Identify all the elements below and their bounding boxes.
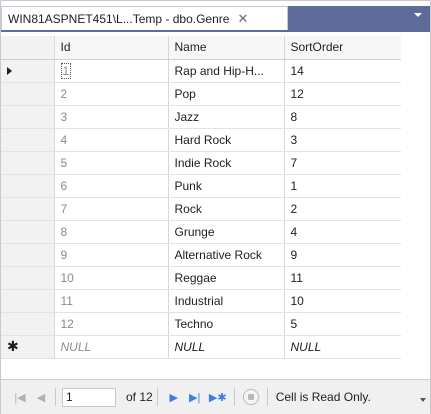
cell-sortorder[interactable]: 7 [284, 151, 402, 175]
cell-id[interactable]: 6 [54, 174, 169, 198]
row-selector[interactable] [1, 151, 55, 175]
cell-sortorder[interactable]: 11 [284, 266, 402, 290]
cell-name[interactable]: Jazz [168, 105, 285, 129]
cell-name[interactable]: Hard Rock [168, 128, 285, 152]
record-count-label: of 12 [126, 390, 153, 404]
last-record-icon[interactable]: ▶| [184, 386, 206, 408]
separator [156, 388, 158, 406]
cell-name[interactable]: Reggae [168, 266, 285, 290]
new-row[interactable]: ✱ NULL NULL NULL [1, 335, 402, 359]
cell-sortorder[interactable]: NULL [284, 335, 402, 359]
cell-name[interactable]: Rap and Hip-H... [168, 59, 285, 83]
cell-name[interactable]: Grunge [168, 220, 285, 244]
current-record-input[interactable]: 1 [62, 387, 116, 407]
record-navigation-bar: |◀ ◀ 1 of 12 ▶ ▶| ▶✱ Cell is Read Only. [1, 379, 430, 414]
new-record-icon[interactable]: ▶✱ [206, 386, 230, 408]
cell-sortorder[interactable]: 1 [284, 174, 402, 198]
row-selector[interactable] [1, 266, 55, 290]
separator [233, 388, 235, 406]
grid-empty-area [401, 36, 430, 379]
column-header-id[interactable]: Id [54, 36, 169, 60]
row-selector[interactable]: ✱ [1, 335, 55, 359]
cell-name[interactable]: NULL [168, 335, 285, 359]
cell-sortorder[interactable]: 4 [284, 220, 402, 244]
cell-sortorder[interactable]: 12 [284, 82, 402, 106]
row-selector[interactable] [1, 289, 55, 313]
cell-id[interactable]: 10 [54, 266, 169, 290]
table-row[interactable]: 1 Rap and Hip-H... 14 [1, 59, 402, 83]
table-row[interactable]: 11 Industrial 10 [1, 289, 402, 313]
row-selector[interactable] [1, 82, 55, 106]
tab-strip: WIN81ASPNET451\L...Temp - dbo.Genre ✕ [1, 1, 430, 32]
grid-body: 1 Rap and Hip-H... 14 2 Pop 12 3 Jazz 8 4 Hard Roc… [1, 59, 402, 359]
cell-name[interactable]: Pop [168, 82, 285, 106]
table-row[interactable]: 10 Reggae 11 [1, 266, 402, 290]
cell-id[interactable]: 7 [54, 197, 169, 221]
close-icon[interactable]: ✕ [237, 12, 248, 25]
new-row-asterisk-icon: ✱ [7, 338, 19, 354]
row-selector[interactable] [1, 128, 55, 152]
row-selector[interactable] [1, 197, 55, 221]
row-selector[interactable] [1, 105, 55, 129]
cell-id[interactable]: 9 [54, 243, 169, 267]
column-header-name[interactable]: Name [168, 36, 285, 60]
tab-title: WIN81ASPNET451\L...Temp - dbo.Genre [8, 11, 230, 26]
focused-cell-value: 1 [60, 62, 72, 79]
table-row[interactable]: 2 Pop 12 [1, 82, 402, 106]
cell-name[interactable]: Indie Rock [168, 151, 285, 175]
tab-strip-fill [288, 6, 430, 30]
table-data-window: WIN81ASPNET451\L...Temp - dbo.Genre ✕ Id… [0, 0, 431, 414]
cell-id[interactable]: 8 [54, 220, 169, 244]
overflow-chevron-icon[interactable] [420, 398, 426, 402]
tab-underline [1, 30, 430, 32]
cell-sortorder[interactable]: 2 [284, 197, 402, 221]
current-row-arrow-icon [7, 66, 12, 75]
table-row[interactable]: 8 Grunge 4 [1, 220, 402, 244]
cell-name[interactable]: Punk [168, 174, 285, 198]
cell-id[interactable]: NULL [54, 335, 169, 359]
stop-icon[interactable] [242, 389, 259, 405]
select-all-corner[interactable] [1, 36, 55, 60]
cell-id[interactable]: 2 [54, 82, 169, 106]
cell-sortorder[interactable]: 10 [284, 289, 402, 313]
first-record-icon[interactable]: |◀ [9, 386, 31, 408]
separator [55, 388, 56, 406]
cell-name[interactable]: Rock [168, 197, 285, 221]
table-row[interactable]: 4 Hard Rock 3 [1, 128, 402, 152]
table-row[interactable]: 5 Indie Rock 7 [1, 151, 402, 175]
document-tab[interactable]: WIN81ASPNET451\L...Temp - dbo.Genre ✕ [1, 6, 288, 30]
table-row[interactable]: 3 Jazz 8 [1, 105, 402, 129]
cell-sortorder[interactable]: 14 [284, 59, 402, 83]
cell-id[interactable]: 11 [54, 289, 169, 313]
cell-id[interactable]: 3 [54, 105, 169, 129]
header-row: Id Name SortOrder [1, 36, 402, 60]
column-header-sortorder[interactable]: SortOrder [284, 36, 402, 60]
cell-sortorder[interactable]: 9 [284, 243, 402, 267]
cell-id[interactable]: 4 [54, 128, 169, 152]
table-row[interactable]: 9 Alternative Rock 9 [1, 243, 402, 267]
row-selector[interactable] [1, 220, 55, 244]
cell-name[interactable]: Alternative Rock [168, 243, 285, 267]
results-grid: Id Name SortOrder 1 Rap and Hip-H... 14 2 Po… [1, 36, 402, 359]
row-selector[interactable] [1, 174, 55, 198]
cell-id[interactable]: 5 [54, 151, 169, 175]
cell-sortorder[interactable]: 3 [284, 128, 402, 152]
separator [266, 388, 268, 406]
cell-name[interactable]: Industrial [168, 289, 285, 313]
cell-sortorder[interactable]: 5 [284, 312, 402, 336]
chevron-down-icon[interactable] [414, 13, 422, 17]
previous-record-icon[interactable]: ◀ [31, 386, 51, 408]
cell-id[interactable]: 12 [54, 312, 169, 336]
row-selector[interactable] [1, 59, 55, 83]
row-selector[interactable] [1, 312, 55, 336]
cell-id[interactable]: 1 [54, 59, 169, 83]
cell-sortorder[interactable]: 8 [284, 105, 402, 129]
cell-status-text: Cell is Read Only. [275, 390, 371, 404]
table-row[interactable]: 12 Techno 5 [1, 312, 402, 336]
next-record-icon[interactable]: ▶ [164, 386, 184, 408]
cell-name[interactable]: Techno [168, 312, 285, 336]
table-row[interactable]: 6 Punk 1 [1, 174, 402, 198]
row-selector[interactable] [1, 243, 55, 267]
table-row[interactable]: 7 Rock 2 [1, 197, 402, 221]
